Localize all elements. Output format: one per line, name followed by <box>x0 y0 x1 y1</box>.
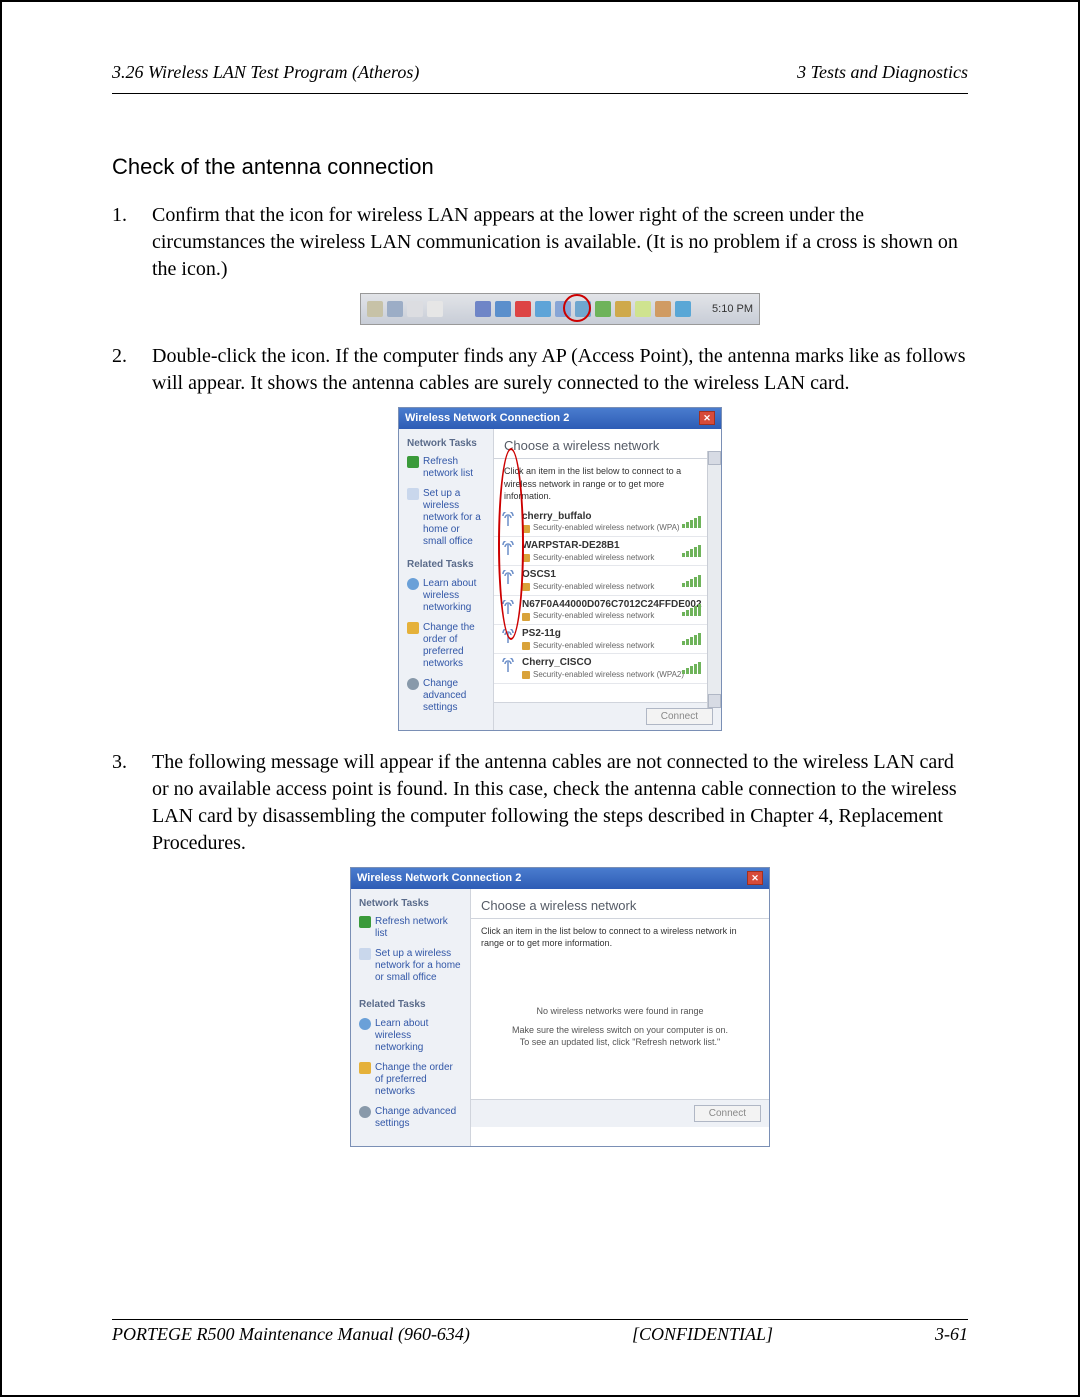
tray-icon <box>675 301 691 317</box>
sidebar-heading-related-tasks: Related Tasks <box>359 998 462 1012</box>
system-tray: 5:10 PM <box>360 293 760 325</box>
dialog-footer: Connect <box>471 1099 769 1127</box>
sidebar-change-order[interactable]: Change the order of preferred networks <box>407 622 485 670</box>
antenna-icon <box>500 629 516 645</box>
tray-icon <box>387 301 403 317</box>
tray-icon <box>655 301 671 317</box>
dialog-sidebar: Network Tasks Refresh network list Set u… <box>351 889 471 1146</box>
lock-icon <box>522 642 530 650</box>
sidebar-refresh[interactable]: Refresh network list <box>359 916 462 940</box>
tray-icon <box>475 301 491 317</box>
signal-bars-icon <box>682 575 701 587</box>
signal-bars-icon <box>682 662 701 674</box>
signal-bars-icon <box>682 545 701 557</box>
sidebar-setup[interactable]: Set up a wireless network for a home or … <box>407 488 485 548</box>
lock-icon <box>522 583 530 591</box>
choose-heading: Choose a wireless network <box>471 889 769 920</box>
dialog-sidebar: Network Tasks Refresh network list Set u… <box>399 429 494 730</box>
connect-button[interactable]: Connect <box>646 708 713 725</box>
sidebar-refresh[interactable]: Refresh network list <box>407 456 485 480</box>
tray-time: 5:10 PM <box>712 302 753 317</box>
close-icon[interactable]: ✕ <box>747 871 763 885</box>
signal-bars-icon <box>682 633 701 645</box>
antenna-icon <box>500 658 516 674</box>
header-right: 3 Tests and Diagnostics <box>797 62 968 83</box>
antenna-icon <box>500 512 516 528</box>
scroll-down-icon[interactable] <box>708 694 721 708</box>
wireless-dialog-empty: Wireless Network Connection 2 ✕ Network … <box>350 867 770 1147</box>
footer-center: [CONFIDENTIAL] <box>632 1324 773 1345</box>
connect-button[interactable]: Connect <box>694 1105 761 1122</box>
sidebar-heading-related-tasks: Related Tasks <box>407 558 485 572</box>
step-1-num: 1. <box>112 202 127 229</box>
sidebar-learn[interactable]: Learn about wireless networking <box>359 1018 462 1054</box>
dialog-titlebar[interactable]: Wireless Network Connection 2 ✕ <box>399 408 721 429</box>
network-item[interactable]: Cherry_CISCO Security-enabled wireless n… <box>494 654 721 683</box>
lock-icon <box>522 613 530 621</box>
footer-right: 3-61 <box>935 1324 968 1345</box>
tray-icon <box>635 301 651 317</box>
step-3: 3. The following message will appear if … <box>152 749 968 1147</box>
section-title: Check of the antenna connection <box>112 154 968 180</box>
step-2: 2. Double-click the icon. If the compute… <box>152 343 968 731</box>
close-icon[interactable]: ✕ <box>699 411 715 425</box>
signal-bars-icon <box>682 516 701 528</box>
footer-left: PORTEGE R500 Maintenance Manual (960-634… <box>112 1324 470 1345</box>
dialog-title-text: Wireless Network Connection 2 <box>405 411 569 426</box>
lock-icon <box>522 554 530 562</box>
antenna-icon <box>500 541 516 557</box>
sidebar-change-adv[interactable]: Change advanced settings <box>359 1106 462 1130</box>
dialog-title-text: Wireless Network Connection 2 <box>357 871 521 886</box>
dialog-main: Choose a wireless network Click an item … <box>494 429 721 730</box>
network-item[interactable]: N67F0A44000D076C7012C24FFDE002 Security-… <box>494 596 721 625</box>
step-1: 1. Confirm that the icon for wireless LA… <box>152 202 968 325</box>
sidebar-heading-network-tasks: Network Tasks <box>359 897 462 911</box>
scrollbar[interactable] <box>707 451 721 708</box>
antenna-icon <box>500 570 516 586</box>
signal-bars-icon <box>682 604 701 616</box>
choose-heading: Choose a wireless network <box>494 429 721 460</box>
lock-icon <box>522 525 530 533</box>
tray-icon <box>495 301 511 317</box>
step-3-num: 3. <box>112 749 127 776</box>
network-item[interactable]: cherry_buffalo Security-enabled wireless… <box>494 508 721 537</box>
tray-icon <box>427 301 443 317</box>
dialog-footer: Connect <box>494 702 721 730</box>
step-2-text: Double-click the icon. If the computer f… <box>152 345 966 394</box>
network-list[interactable]: cherry_buffalo Security-enabled wireless… <box>494 508 721 702</box>
step-1-text: Confirm that the icon for wireless LAN a… <box>152 204 958 280</box>
wireless-dialog-connected: Wireless Network Connection 2 ✕ Network … <box>398 407 722 731</box>
tray-icon <box>515 301 531 317</box>
sidebar-learn[interactable]: Learn about wireless networking <box>407 578 485 614</box>
tray-icon <box>367 301 383 317</box>
tray-icon <box>535 301 551 317</box>
lock-icon <box>522 671 530 679</box>
network-item[interactable]: PS2-11g Security-enabled wireless networ… <box>494 625 721 654</box>
choose-subtext: Click an item in the list below to conne… <box>494 459 721 507</box>
header-left: 3.26 Wireless LAN Test Program (Atheros) <box>112 62 419 83</box>
header-rule <box>112 93 968 94</box>
footer-rule <box>112 1319 968 1320</box>
dialog-main: Choose a wireless network Click an item … <box>471 889 769 1146</box>
tray-icon <box>407 301 423 317</box>
no-networks-message: No wireless networks were found in range… <box>471 956 769 1099</box>
sidebar-heading-network-tasks: Network Tasks <box>407 437 485 451</box>
step-3-text: The following message will appear if the… <box>152 751 957 854</box>
red-circle-annotation <box>563 294 591 322</box>
sidebar-setup[interactable]: Set up a wireless network for a home or … <box>359 948 462 984</box>
network-item[interactable]: OSCS1 Security-enabled wireless network <box>494 566 721 595</box>
network-item[interactable]: WARPSTAR-DE28B1 Security-enabled wireles… <box>494 537 721 566</box>
sidebar-change-adv[interactable]: Change advanced settings <box>407 678 485 714</box>
choose-subtext: Click an item in the list below to conne… <box>471 919 769 955</box>
dialog-titlebar[interactable]: Wireless Network Connection 2 ✕ <box>351 868 769 889</box>
step-2-num: 2. <box>112 343 127 370</box>
antenna-icon <box>500 600 516 616</box>
sidebar-change-order[interactable]: Change the order of preferred networks <box>359 1062 462 1098</box>
tray-icon <box>595 301 611 317</box>
tray-icon <box>615 301 631 317</box>
scroll-up-icon[interactable] <box>708 451 721 465</box>
